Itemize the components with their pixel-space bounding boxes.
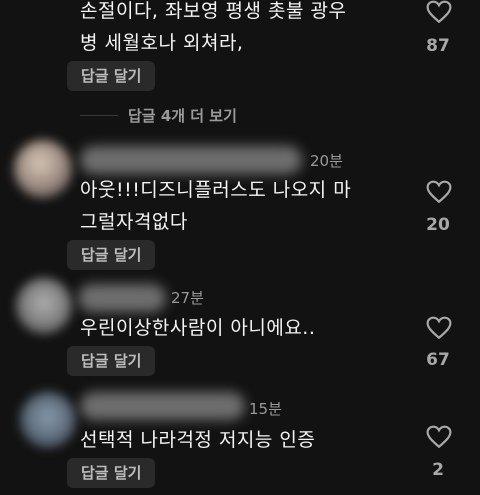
comment-text-line: 선택적 나라걱정 저지능 인증 xyxy=(80,429,316,451)
like-count: 87 xyxy=(426,36,450,56)
reply-button[interactable]: 답글 달기 xyxy=(67,458,156,488)
like-count: 67 xyxy=(426,350,450,370)
avatar[interactable] xyxy=(14,140,72,198)
comment-text-line: 우린이상한사람이 아니에요.. xyxy=(80,317,316,339)
like-count: 20 xyxy=(426,215,450,235)
heart-icon[interactable] xyxy=(426,180,452,204)
username-blurred[interactable] xyxy=(80,146,302,174)
avatar[interactable] xyxy=(20,392,76,448)
heart-icon[interactable] xyxy=(426,0,452,24)
username-blurred[interactable] xyxy=(78,284,166,312)
timestamp: 15분 xyxy=(249,400,282,418)
timestamp: 20분 xyxy=(310,152,343,170)
comment-text-line: 손절이다, 좌보영 평생 촛불 광우 xyxy=(80,0,347,22)
heart-icon[interactable] xyxy=(426,425,452,449)
reply-button[interactable]: 답글 달기 xyxy=(67,346,156,376)
username-blurred[interactable] xyxy=(80,392,245,420)
reply-button[interactable]: 답글 달기 xyxy=(67,240,156,270)
like-count: 2 xyxy=(432,460,444,480)
see-more-replies-link[interactable]: 답글 4개 더 보기 xyxy=(128,105,237,126)
comment-text-line: 아웃!!!디즈니플러스도 나오지 마 xyxy=(80,179,352,201)
timestamp: 27분 xyxy=(171,289,204,307)
heart-icon[interactable] xyxy=(426,316,452,340)
comment-text-line: 그럴자격없다 xyxy=(80,211,188,233)
reply-button[interactable]: 답글 달기 xyxy=(67,61,156,91)
avatar[interactable] xyxy=(16,278,72,334)
comment-text-line: 병 세월호나 외쳐라, xyxy=(80,32,244,54)
divider xyxy=(80,115,118,116)
